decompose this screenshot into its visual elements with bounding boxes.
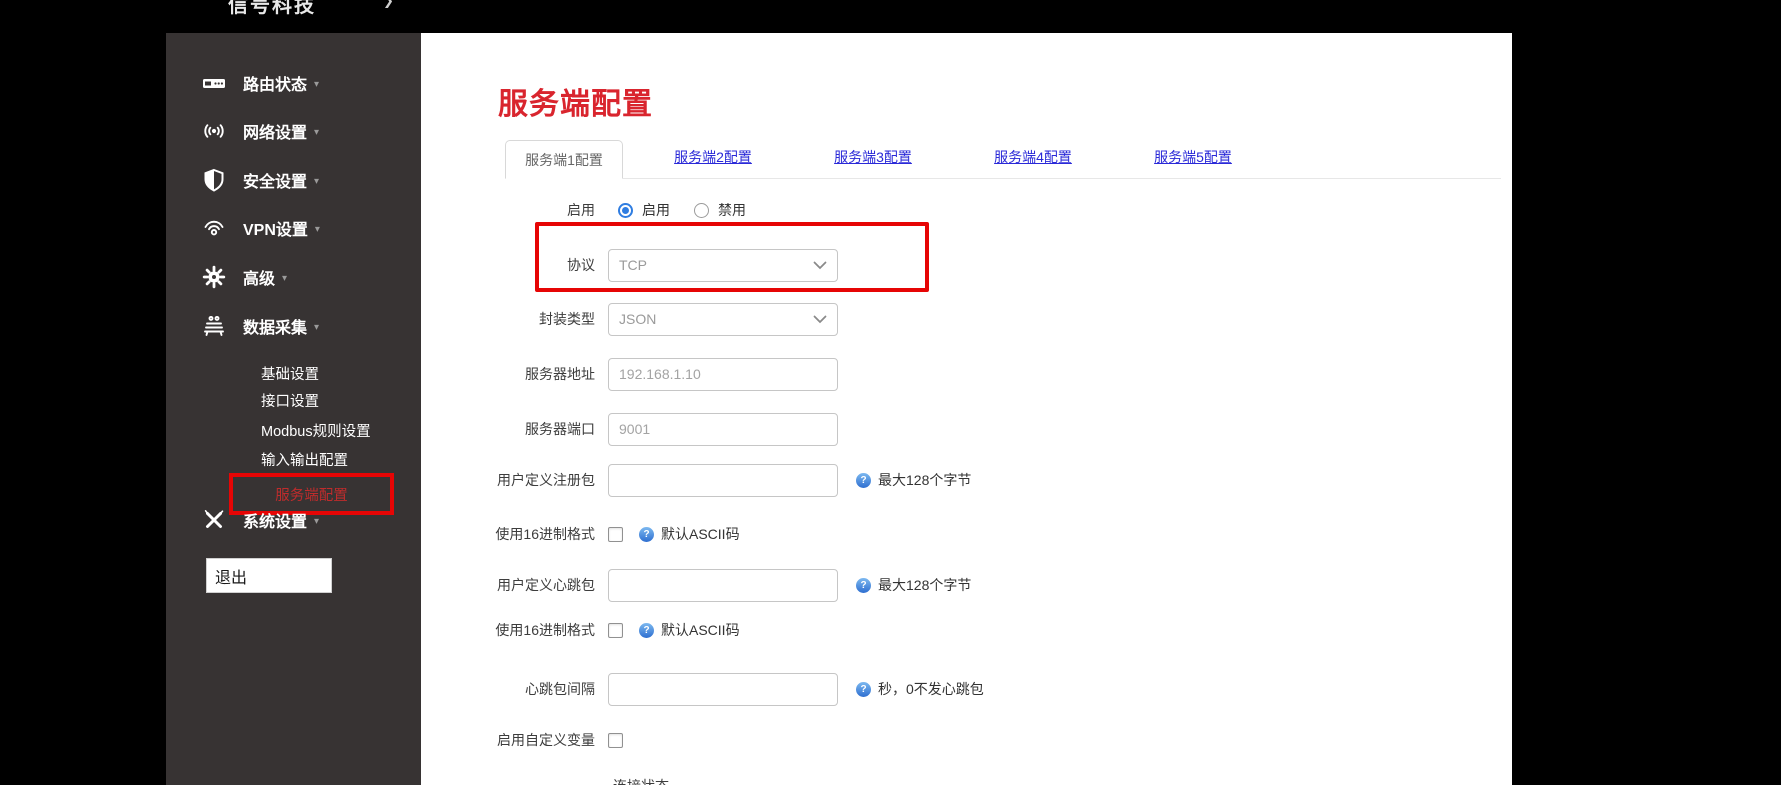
form-row-encap-type: 封装类型 JSON <box>421 302 1481 336</box>
sidebar-subitem-basic-settings[interactable]: 基础设置 <box>261 363 319 383</box>
sidebar-item-label: 路由状态 <box>243 71 307 95</box>
sidebar-subitem-label: 服务端配置 <box>275 484 348 505</box>
server-port-label: 服务器端口 <box>421 419 608 439</box>
sidebar-subitem-modbus-rules[interactable]: Modbus规则设置 <box>261 420 371 440</box>
enable-label: 启用 <box>421 200 608 220</box>
heartbeat-interval-hint: 秒，0不发心跳包 <box>878 679 984 699</box>
encap-type-select-value: JSON <box>619 311 656 327</box>
radio-enable-on[interactable] <box>618 203 633 218</box>
help-icon[interactable]: ? <box>639 527 654 542</box>
sidebar-item-label: 安全设置 <box>243 168 307 192</box>
sidebar-item-network-settings[interactable]: 网络设置 ▾ <box>166 116 421 146</box>
server-port-input[interactable] <box>608 413 838 446</box>
sidebar-item-label: 系统设置 <box>243 508 307 532</box>
page: 信号科技 ❯ 路由状态 ▾ 网络设置 ▾ 安全设置 ▾ <box>0 0 1781 785</box>
brand-logo: 信号科技 <box>228 0 316 18</box>
help-icon[interactable]: ? <box>856 682 871 697</box>
registration-packet-input[interactable] <box>608 464 838 497</box>
protocol-select-value: TCP <box>619 257 647 273</box>
tab-bar: 服务端1配置 服务端2配置 服务端3配置 服务端4配置 服务端5配置 <box>505 140 1501 179</box>
sidebar-subitem-io-config[interactable]: 输入输出配置 <box>261 449 348 469</box>
chevron-down-icon <box>813 261 827 270</box>
vpn-hotspot-icon <box>199 216 229 240</box>
protocol-label: 协议 <box>421 255 608 275</box>
chevron-down-icon <box>813 315 827 324</box>
hex-format-checkbox-2[interactable] <box>608 623 623 638</box>
gear-icon <box>199 265 229 289</box>
help-icon[interactable]: ? <box>856 578 871 593</box>
heartbeat-packet-input[interactable] <box>608 569 838 602</box>
heartbeat-packet-label: 用户定义心跳包 <box>421 575 608 595</box>
caret-down-icon: ▾ <box>314 513 319 527</box>
sidebar-item-label: 网络设置 <box>243 119 307 143</box>
help-icon[interactable]: ? <box>856 473 871 488</box>
page-title: 服务端配置 <box>498 79 653 123</box>
sidebar-subitem-interface-settings[interactable]: 接口设置 <box>261 390 319 410</box>
form-row-registration-packet: 用户定义注册包 ? 最大128个字节 <box>421 463 1481 497</box>
hex-format-checkbox-1[interactable] <box>608 527 623 542</box>
custom-variable-label: 启用自定义变量 <box>421 730 608 750</box>
server-address-input[interactable] <box>608 358 838 391</box>
caret-down-icon: ▾ <box>314 124 319 138</box>
registration-packet-hint: 最大128个字节 <box>878 470 971 490</box>
encap-type-select[interactable]: JSON <box>608 303 838 336</box>
radio-enable-on-label: 启用 <box>642 200 670 220</box>
tab-server4-config[interactable]: 服务端4配置 <box>963 147 1103 178</box>
form-row-server-address: 服务器地址 <box>421 357 1481 391</box>
help-icon[interactable]: ? <box>639 623 654 638</box>
server-address-label: 服务器地址 <box>421 364 608 384</box>
tab-server5-config[interactable]: 服务端5配置 <box>1123 147 1263 178</box>
clipped-next-row-label: 连接状态 <box>581 776 701 785</box>
topbar: 信号科技 ❯ <box>0 0 1781 33</box>
main-panel: 服务端配置 服务端1配置 服务端2配置 服务端3配置 服务端4配置 服务端5配置… <box>421 33 1512 785</box>
sidebar-item-security-settings[interactable]: 安全设置 ▾ <box>166 165 421 195</box>
caret-down-icon: ▾ <box>314 76 319 90</box>
custom-variable-checkbox[interactable] <box>608 733 623 748</box>
sidebar: 路由状态 ▾ 网络设置 ▾ 安全设置 ▾ VPN设置 ▾ <box>166 33 421 785</box>
tab-server2-config[interactable]: 服务端2配置 <box>643 147 783 178</box>
sidebar-item-advanced[interactable]: 高级 ▾ <box>166 262 421 292</box>
hex-format-hint: 默认ASCII码 <box>661 620 740 640</box>
registration-packet-label: 用户定义注册包 <box>421 470 608 490</box>
encap-type-label: 封装类型 <box>421 309 608 329</box>
form-row-heartbeat-packet: 用户定义心跳包 ? 最大128个字节 <box>421 568 1481 602</box>
radio-enable-off-label: 禁用 <box>718 200 746 220</box>
form-row-hex-format-1: 使用16进制格式 ? 默认ASCII码 <box>421 524 1481 544</box>
caret-down-icon: ▾ <box>314 173 319 187</box>
sidebar-item-system-settings[interactable]: 系统设置 ▾ <box>166 505 421 535</box>
form-row-custom-variable: 启用自定义变量 <box>421 730 1481 750</box>
sidebar-item-label: 高级 <box>243 265 275 289</box>
shield-icon <box>199 168 229 192</box>
form-row-server-port: 服务器端口 <box>421 412 1481 446</box>
heartbeat-packet-hint: 最大128个字节 <box>878 575 971 595</box>
form-row-hex-format-2: 使用16进制格式 ? 默认ASCII码 <box>421 620 1481 640</box>
chevron-right-icon: ❯ <box>383 0 394 9</box>
hex-format-label: 使用16进制格式 <box>421 524 608 544</box>
logout-button[interactable]: 退出 <box>206 558 332 593</box>
heartbeat-interval-label: 心跳包间隔 <box>421 679 608 699</box>
router-icon <box>199 71 229 95</box>
form-row-enable: 启用 启用 禁用 <box>421 200 1481 220</box>
protocol-select[interactable]: TCP <box>608 249 838 282</box>
hex-format-hint: 默认ASCII码 <box>661 524 740 544</box>
tab-server3-config[interactable]: 服务端3配置 <box>803 147 943 178</box>
caret-down-icon: ▾ <box>314 319 319 333</box>
form-row-heartbeat-interval: 心跳包间隔 ? 秒，0不发心跳包 <box>421 672 1481 706</box>
form-row-protocol: 协议 TCP <box>421 248 1481 282</box>
sidebar-item-data-collection[interactable]: 数据采集 ▾ <box>166 311 421 341</box>
data-collector-icon <box>199 314 229 338</box>
tab-server1-config[interactable]: 服务端1配置 <box>505 140 623 179</box>
radio-enable-off[interactable] <box>694 203 709 218</box>
sidebar-item-label: 数据采集 <box>243 314 307 338</box>
heartbeat-interval-input[interactable] <box>608 673 838 706</box>
caret-down-icon: ▾ <box>315 221 320 235</box>
caret-down-icon: ▾ <box>282 270 287 284</box>
sidebar-item-router-status[interactable]: 路由状态 ▾ <box>166 68 421 98</box>
sidebar-item-label: VPN设置 <box>243 216 308 240</box>
tools-icon <box>199 508 229 532</box>
hex-format-label: 使用16进制格式 <box>421 620 608 640</box>
sidebar-item-vpn-settings[interactable]: VPN设置 ▾ <box>166 213 421 243</box>
wireless-signal-icon <box>199 119 229 143</box>
